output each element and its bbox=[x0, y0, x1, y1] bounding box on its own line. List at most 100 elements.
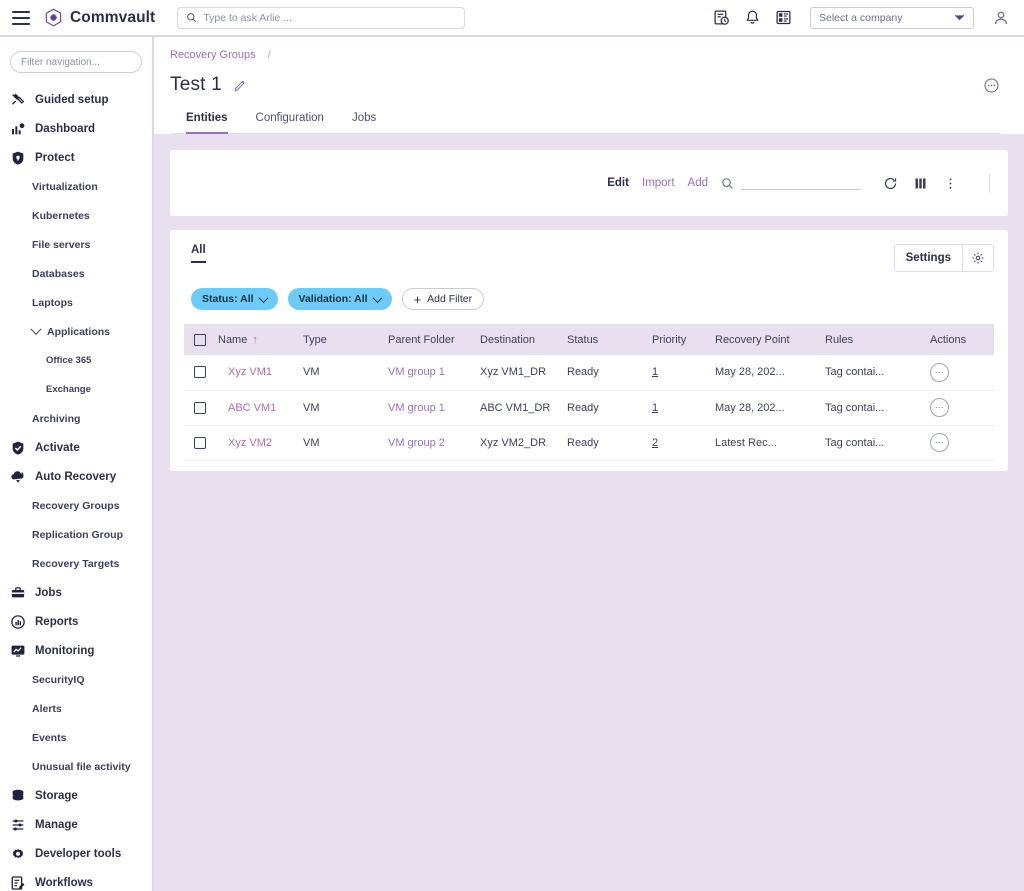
filter-chip-validation[interactable]: Validation: All bbox=[287, 288, 392, 310]
add-filter-button[interactable]: + Add Filter bbox=[401, 288, 485, 310]
sidebar-item-laptops[interactable]: Laptops bbox=[0, 288, 152, 317]
column-header-status[interactable]: Status bbox=[561, 324, 646, 355]
page-more-actions-icon[interactable] bbox=[983, 77, 1000, 94]
row-actions-button[interactable]: ⋯ bbox=[930, 398, 949, 417]
column-header-label: Rules bbox=[825, 333, 854, 346]
gear-code-icon bbox=[12, 848, 24, 858]
column-header-destination[interactable]: Destination bbox=[474, 324, 561, 355]
brand[interactable]: Commvault bbox=[44, 8, 155, 27]
parent-folder-link[interactable]: VM group 1 bbox=[388, 366, 445, 378]
refresh-icon[interactable] bbox=[883, 176, 898, 191]
tab-all[interactable]: All bbox=[191, 244, 206, 263]
sidebar-item-exchange[interactable]: Exchange bbox=[0, 375, 152, 404]
column-header-parent-folder[interactable]: Parent Folder bbox=[382, 324, 474, 355]
sidebar-item-label: Protect bbox=[35, 151, 75, 164]
sidebar-item-developer-tools[interactable]: Developer tools bbox=[0, 839, 152, 868]
sidebar-item-events[interactable]: Events bbox=[0, 723, 152, 752]
tab-configuration[interactable]: Configuration bbox=[256, 112, 324, 134]
report-schedule-icon[interactable] bbox=[713, 9, 730, 26]
sidebar-item-workflows[interactable]: Workflows bbox=[0, 868, 152, 891]
priority-link[interactable]: 2 bbox=[652, 437, 658, 449]
add-button[interactable]: Add bbox=[688, 177, 708, 189]
sidebar-item-monitoring[interactable]: Monitoring bbox=[0, 636, 152, 665]
sidebar-item-office-365[interactable]: Office 365 bbox=[0, 346, 152, 375]
sidebar-item-file-servers[interactable]: File servers bbox=[0, 230, 152, 259]
sidebar-item-recovery-targets[interactable]: Recovery Targets bbox=[0, 549, 152, 578]
filter-navigation-input[interactable]: Filter navigation... bbox=[10, 51, 142, 73]
company-select[interactable]: Select a company bbox=[810, 6, 974, 29]
sidebar-item-jobs[interactable]: Jobs bbox=[0, 578, 152, 607]
sidebar-item-storage[interactable]: Storage bbox=[0, 781, 152, 810]
sidebar-item-alerts[interactable]: Alerts bbox=[0, 694, 152, 723]
sidebar-item-label: Activate bbox=[35, 441, 80, 454]
sidebar-item-unusual-file-activity[interactable]: Unusual file activity bbox=[0, 752, 152, 781]
sidebar-item-guided-setup[interactable]: Guided setup bbox=[0, 85, 152, 114]
edit-button[interactable]: Edit bbox=[607, 177, 629, 189]
column-header-actions[interactable]: Actions bbox=[924, 324, 994, 355]
cell-status: Ready bbox=[561, 425, 646, 461]
import-button[interactable]: Import bbox=[642, 177, 675, 189]
entities-search-input[interactable] bbox=[741, 176, 861, 190]
row-checkbox[interactable] bbox=[194, 436, 206, 449]
priority-link[interactable]: 1 bbox=[652, 402, 658, 414]
breadcrumb-item-recovery-groups[interactable]: Recovery Groups bbox=[170, 49, 256, 61]
parent-folder-link[interactable]: VM group 1 bbox=[388, 402, 445, 414]
tab-jobs[interactable]: Jobs bbox=[352, 112, 376, 134]
sidebar-item-label: Recovery Targets bbox=[32, 557, 120, 570]
tab-entities[interactable]: Entities bbox=[186, 112, 228, 134]
filter-chip-status[interactable]: Status: All bbox=[191, 288, 278, 310]
sidebar-item-applications[interactable]: Applications bbox=[0, 317, 152, 346]
entity-name-link[interactable]: Xyz VM2 bbox=[228, 437, 272, 449]
select-all-header bbox=[184, 324, 212, 355]
sidebar-item-auto-recovery[interactable]: Auto Recovery bbox=[0, 462, 152, 491]
entities-search[interactable] bbox=[721, 176, 861, 190]
row-select-cell bbox=[184, 425, 212, 461]
entity-name-link[interactable]: Xyz VM1 bbox=[228, 366, 272, 378]
parent-folder-link[interactable]: VM group 2 bbox=[388, 437, 445, 449]
sidebar-item-databases[interactable]: Databases bbox=[0, 259, 152, 288]
entities-toolbar: Edit Import Add bbox=[170, 150, 1008, 216]
gear-icon[interactable] bbox=[962, 245, 993, 271]
row-actions-button[interactable]: ⋯ bbox=[930, 433, 949, 452]
sidebar-item-dashboard[interactable]: Dashboard bbox=[0, 114, 152, 143]
entity-name-link[interactable]: ABC VM1 bbox=[228, 402, 276, 414]
table-row[interactable]: Xyz VM1 VM VM group 1 Xyz VM1_DR Ready 1 May 2… bbox=[184, 355, 994, 391]
priority-link[interactable]: 1 bbox=[652, 366, 658, 378]
column-header-recovery-point[interactable]: Recovery Point bbox=[709, 324, 819, 355]
sort-ascending-icon[interactable]: ↑ bbox=[252, 334, 258, 346]
row-actions-button[interactable]: ⋯ bbox=[930, 362, 949, 382]
user-avatar-icon[interactable] bbox=[992, 9, 1010, 27]
task-board-icon[interactable] bbox=[775, 9, 792, 26]
columns-icon[interactable] bbox=[913, 176, 928, 191]
edit-pencil-icon[interactable] bbox=[233, 78, 247, 92]
more-options-icon[interactable] bbox=[943, 176, 958, 191]
table-row[interactable]: ABC VM1 VM VM group 1 ABC VM1_DR Ready 1 May 2… bbox=[184, 390, 994, 426]
sidebar-item-activate[interactable]: Activate bbox=[0, 433, 152, 462]
column-header-type[interactable]: Type bbox=[297, 324, 382, 355]
select-all-checkbox[interactable] bbox=[194, 333, 206, 346]
sidebar-item-manage[interactable]: Manage bbox=[0, 810, 152, 839]
column-header-label: Type bbox=[303, 333, 327, 346]
sidebar-item-securityiq[interactable]: SecurityIQ bbox=[0, 665, 152, 694]
row-checkbox[interactable] bbox=[194, 366, 206, 379]
bell-icon[interactable] bbox=[744, 9, 761, 26]
sidebar-item-replication-group[interactable]: Replication Group bbox=[0, 520, 152, 549]
row-checkbox[interactable] bbox=[194, 401, 206, 414]
table-row[interactable]: Xyz VM2 VM VM group 2 Xyz VM2_DR Ready 2 Lates… bbox=[184, 425, 994, 461]
sidebar-item-label: Storage bbox=[35, 789, 78, 802]
chevron-down-icon[interactable] bbox=[30, 323, 42, 335]
sidebar-item-virtualization[interactable]: Virtualization bbox=[0, 172, 152, 201]
sidebar-item-kubernetes[interactable]: Kubernetes bbox=[0, 201, 152, 230]
sidebar-item-archiving[interactable]: Archiving bbox=[0, 404, 152, 433]
cell-destination: ABC VM1_DR bbox=[474, 390, 561, 426]
column-header-name[interactable]: Name ↑ bbox=[212, 324, 297, 355]
sidebar-item-reports[interactable]: Reports bbox=[0, 607, 152, 636]
sidebar-item-recovery-groups[interactable]: Recovery Groups bbox=[0, 491, 152, 520]
sidebar-item-label: Guided setup bbox=[35, 93, 109, 106]
menu-toggle-icon[interactable] bbox=[12, 10, 30, 25]
settings-button[interactable]: Settings bbox=[893, 244, 994, 272]
arlie-search-input[interactable]: Type to ask Arlie ... bbox=[177, 6, 466, 29]
column-header-priority[interactable]: Priority bbox=[646, 324, 709, 355]
sidebar-item-protect[interactable]: Protect bbox=[0, 143, 152, 172]
column-header-rules[interactable]: Rules bbox=[819, 324, 924, 355]
